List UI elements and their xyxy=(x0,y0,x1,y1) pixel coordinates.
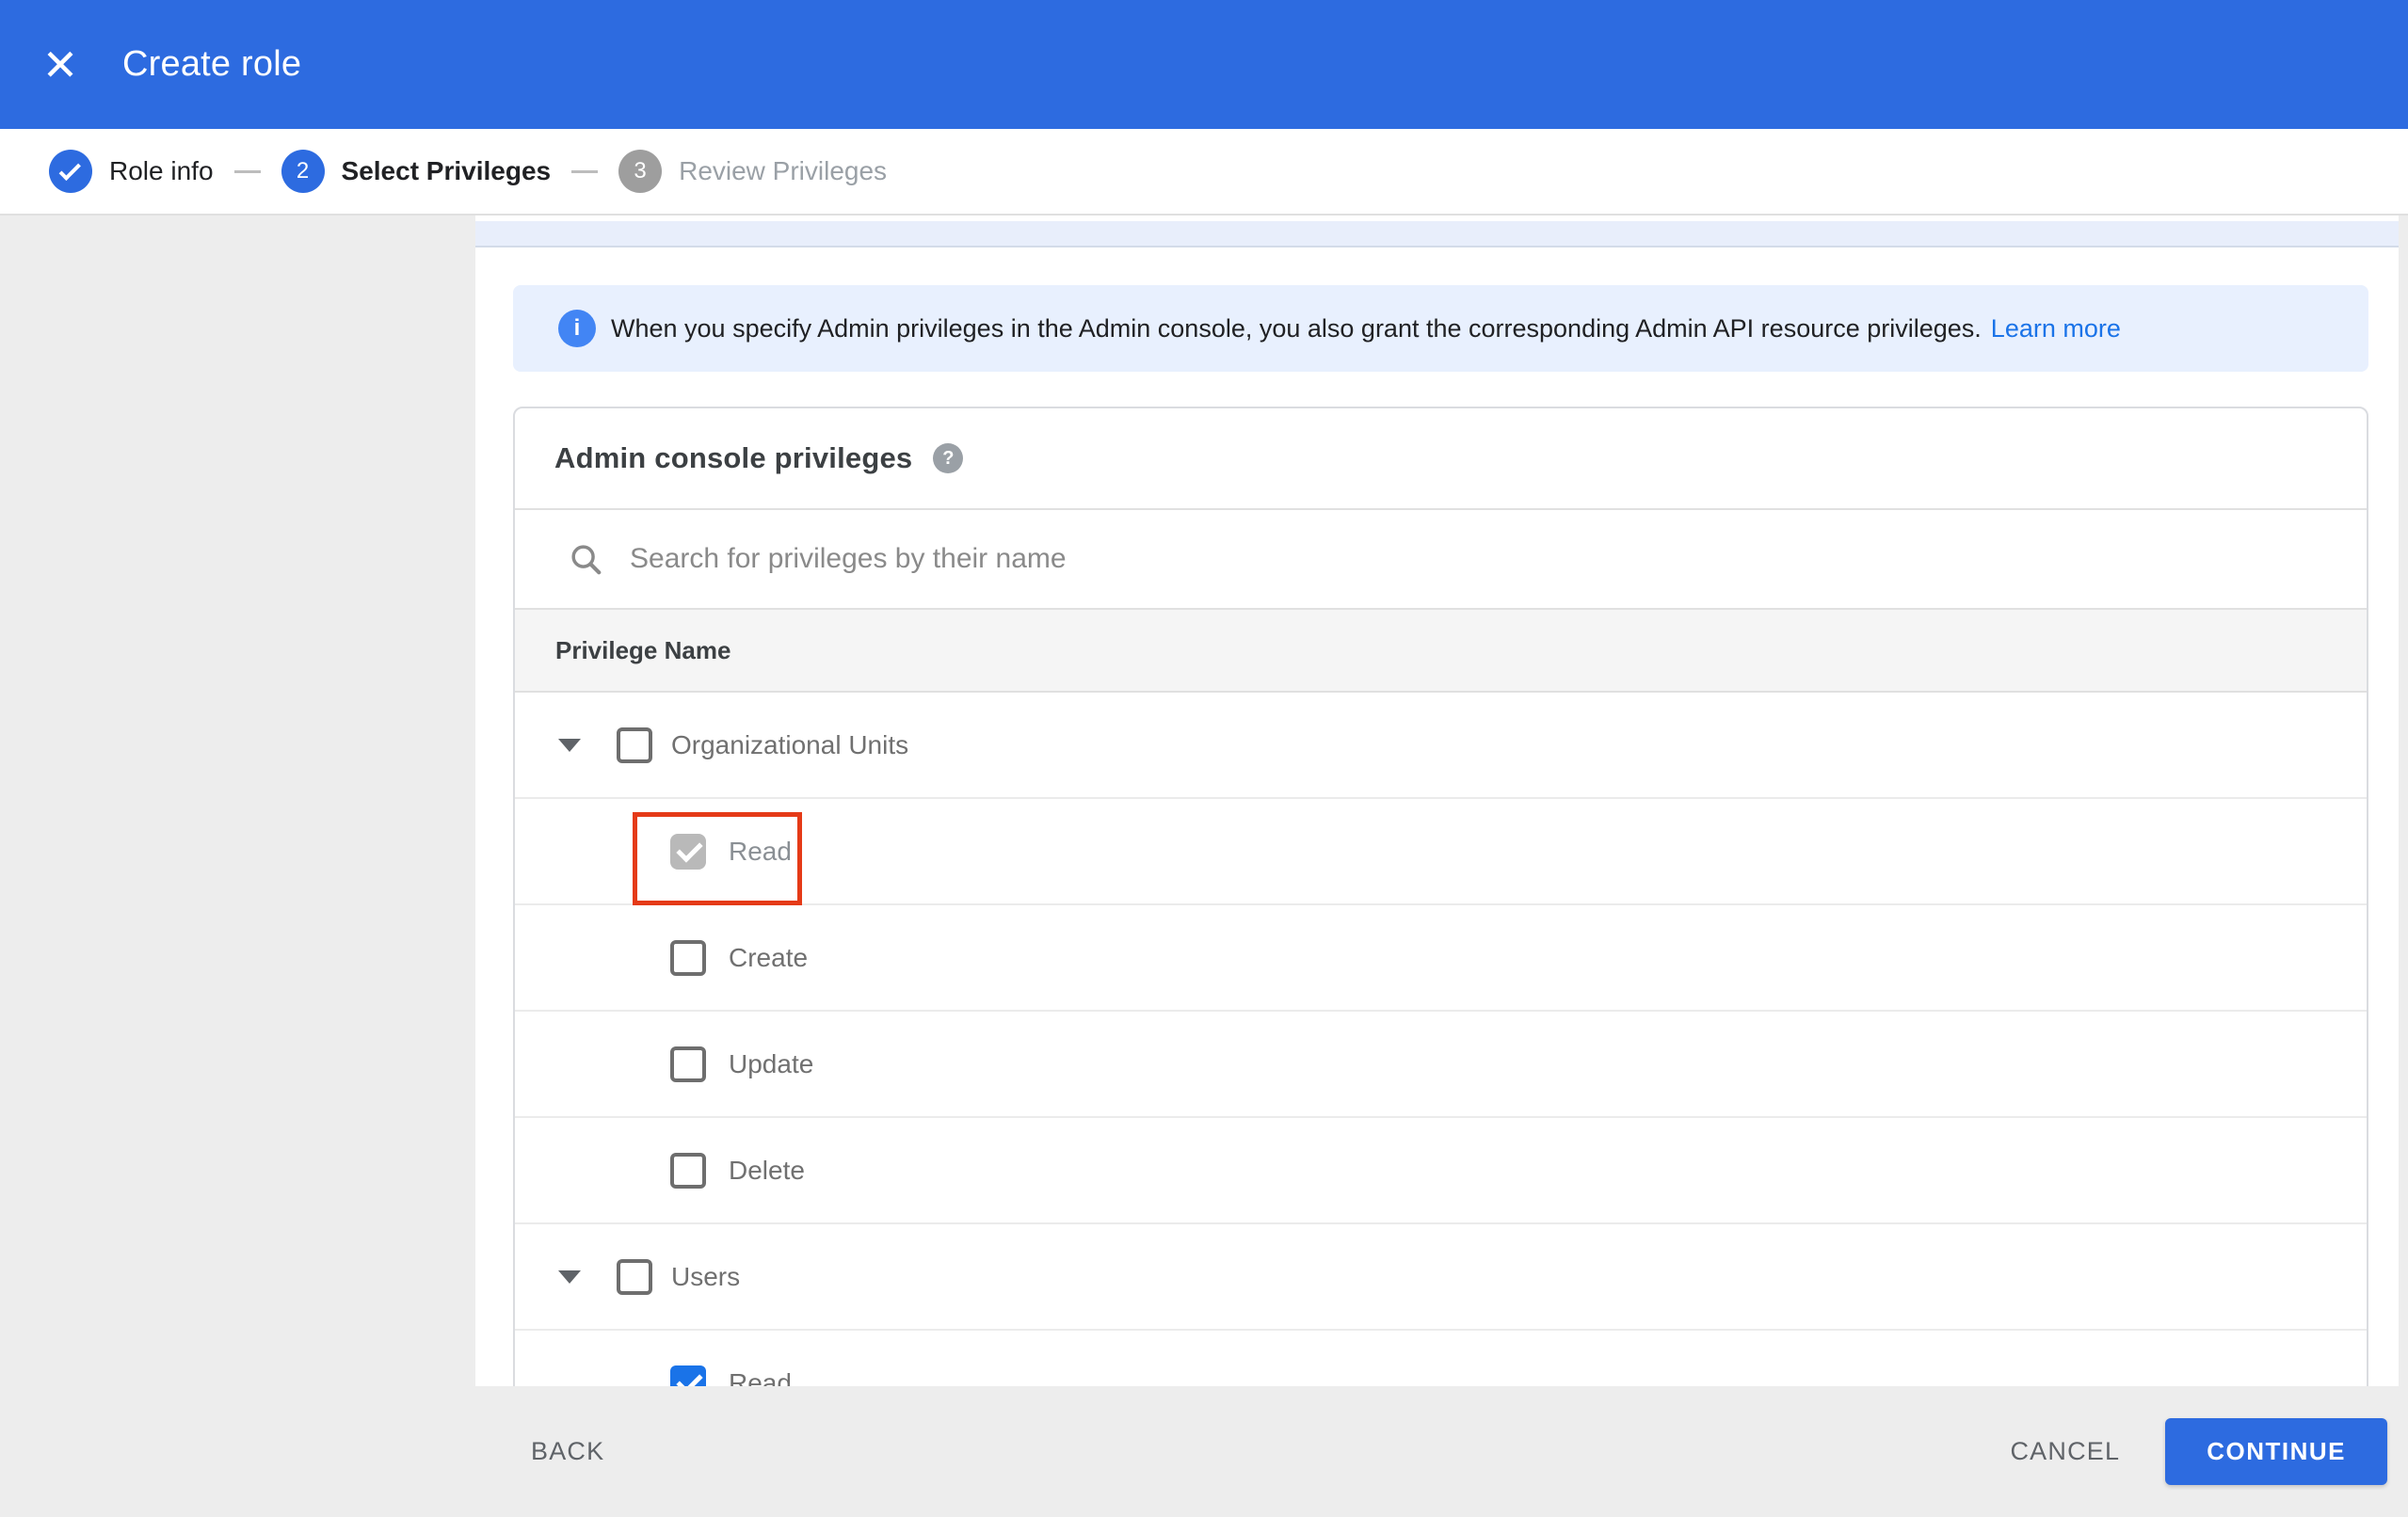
privilege-label: Organizational Units xyxy=(671,729,909,759)
checkbox-organizational-units[interactable] xyxy=(617,727,652,763)
help-icon[interactable]: ? xyxy=(933,443,964,473)
content-panel: i When you specify Admin privileges in t… xyxy=(475,216,2399,1386)
collapse-caret-icon[interactable] xyxy=(558,738,581,752)
step-select-privileges[interactable]: 2 Select Privileges xyxy=(281,150,552,193)
step-dash xyxy=(571,169,599,173)
step-1-circle xyxy=(49,150,92,193)
table-header-row: Privilege Name xyxy=(515,608,2367,693)
column-header-privilege-name: Privilege Name xyxy=(555,635,731,664)
appbar: ✕ Create role xyxy=(0,0,2408,129)
step-role-info[interactable]: Role info xyxy=(49,150,214,193)
privilege-label: Create xyxy=(729,942,809,972)
search-input[interactable] xyxy=(630,543,2367,575)
privilege-label: Users xyxy=(671,1261,741,1291)
checkbox-read-users-checked[interactable] xyxy=(670,1365,706,1386)
footer-bar: BACK CANCEL CONTINUE xyxy=(0,1386,2408,1517)
dialog-title: Create role xyxy=(122,44,302,84)
step-1-label: Role info xyxy=(109,156,214,185)
learn-more-link[interactable]: Learn more xyxy=(1991,314,2121,343)
step-dash xyxy=(233,169,261,173)
step-review-privileges[interactable]: 3 Review Privileges xyxy=(618,150,887,193)
close-button[interactable]: ✕ xyxy=(26,31,94,99)
privilege-row-read-ou[interactable]: Read xyxy=(515,799,2367,905)
checkbox-delete[interactable] xyxy=(670,1152,706,1189)
privilege-row-create[interactable]: Create xyxy=(515,905,2367,1012)
step-2-label: Select Privileges xyxy=(341,156,552,185)
admin-console-privileges-card: Admin console privileges ? Privilege Nam… xyxy=(513,407,2368,1386)
privilege-row-organizational-units[interactable]: Organizational Units xyxy=(515,693,2367,799)
privilege-row-delete[interactable]: Delete xyxy=(515,1118,2367,1224)
info-banner: i When you specify Admin privileges in t… xyxy=(513,285,2368,372)
scrolled-row-strip xyxy=(475,221,2399,248)
search-icon xyxy=(571,545,602,575)
privilege-label: Update xyxy=(729,1048,814,1078)
info-banner-text: When you specify Admin privileges in the… xyxy=(611,313,1982,343)
stepper: Role info 2 Select Privileges 3 Review P… xyxy=(0,129,2408,216)
step-2-circle: 2 xyxy=(281,150,325,193)
privilege-row-update[interactable]: Update xyxy=(515,1012,2367,1118)
privilege-label: Read xyxy=(729,836,792,866)
card-title-row: Admin console privileges ? xyxy=(515,408,2367,510)
checkbox-create[interactable] xyxy=(670,939,706,976)
checkbox-update[interactable] xyxy=(670,1046,706,1082)
cancel-button[interactable]: CANCEL xyxy=(2010,1437,2120,1466)
privilege-row-read-users[interactable]: Read xyxy=(515,1331,2367,1386)
privilege-search-row xyxy=(515,510,2367,608)
back-button[interactable]: BACK xyxy=(531,1437,604,1466)
card-title: Admin console privileges xyxy=(554,441,913,474)
close-icon: ✕ xyxy=(41,40,79,89)
privilege-label: Read xyxy=(729,1367,792,1387)
step-3-circle: 3 xyxy=(618,150,663,193)
info-icon: i xyxy=(558,310,596,347)
continue-button[interactable]: CONTINUE xyxy=(2165,1418,2387,1485)
privilege-label: Delete xyxy=(729,1155,805,1185)
check-icon xyxy=(58,158,81,181)
create-role-dialog: ✕ Create role Role info 2 Select Privile… xyxy=(0,0,2408,1517)
checkbox-users[interactable] xyxy=(617,1258,652,1295)
step-3-label: Review Privileges xyxy=(679,156,888,185)
collapse-caret-icon[interactable] xyxy=(558,1269,581,1284)
privilege-row-users[interactable]: Users xyxy=(515,1224,2367,1331)
checkbox-read-checked-disabled[interactable] xyxy=(670,833,706,870)
